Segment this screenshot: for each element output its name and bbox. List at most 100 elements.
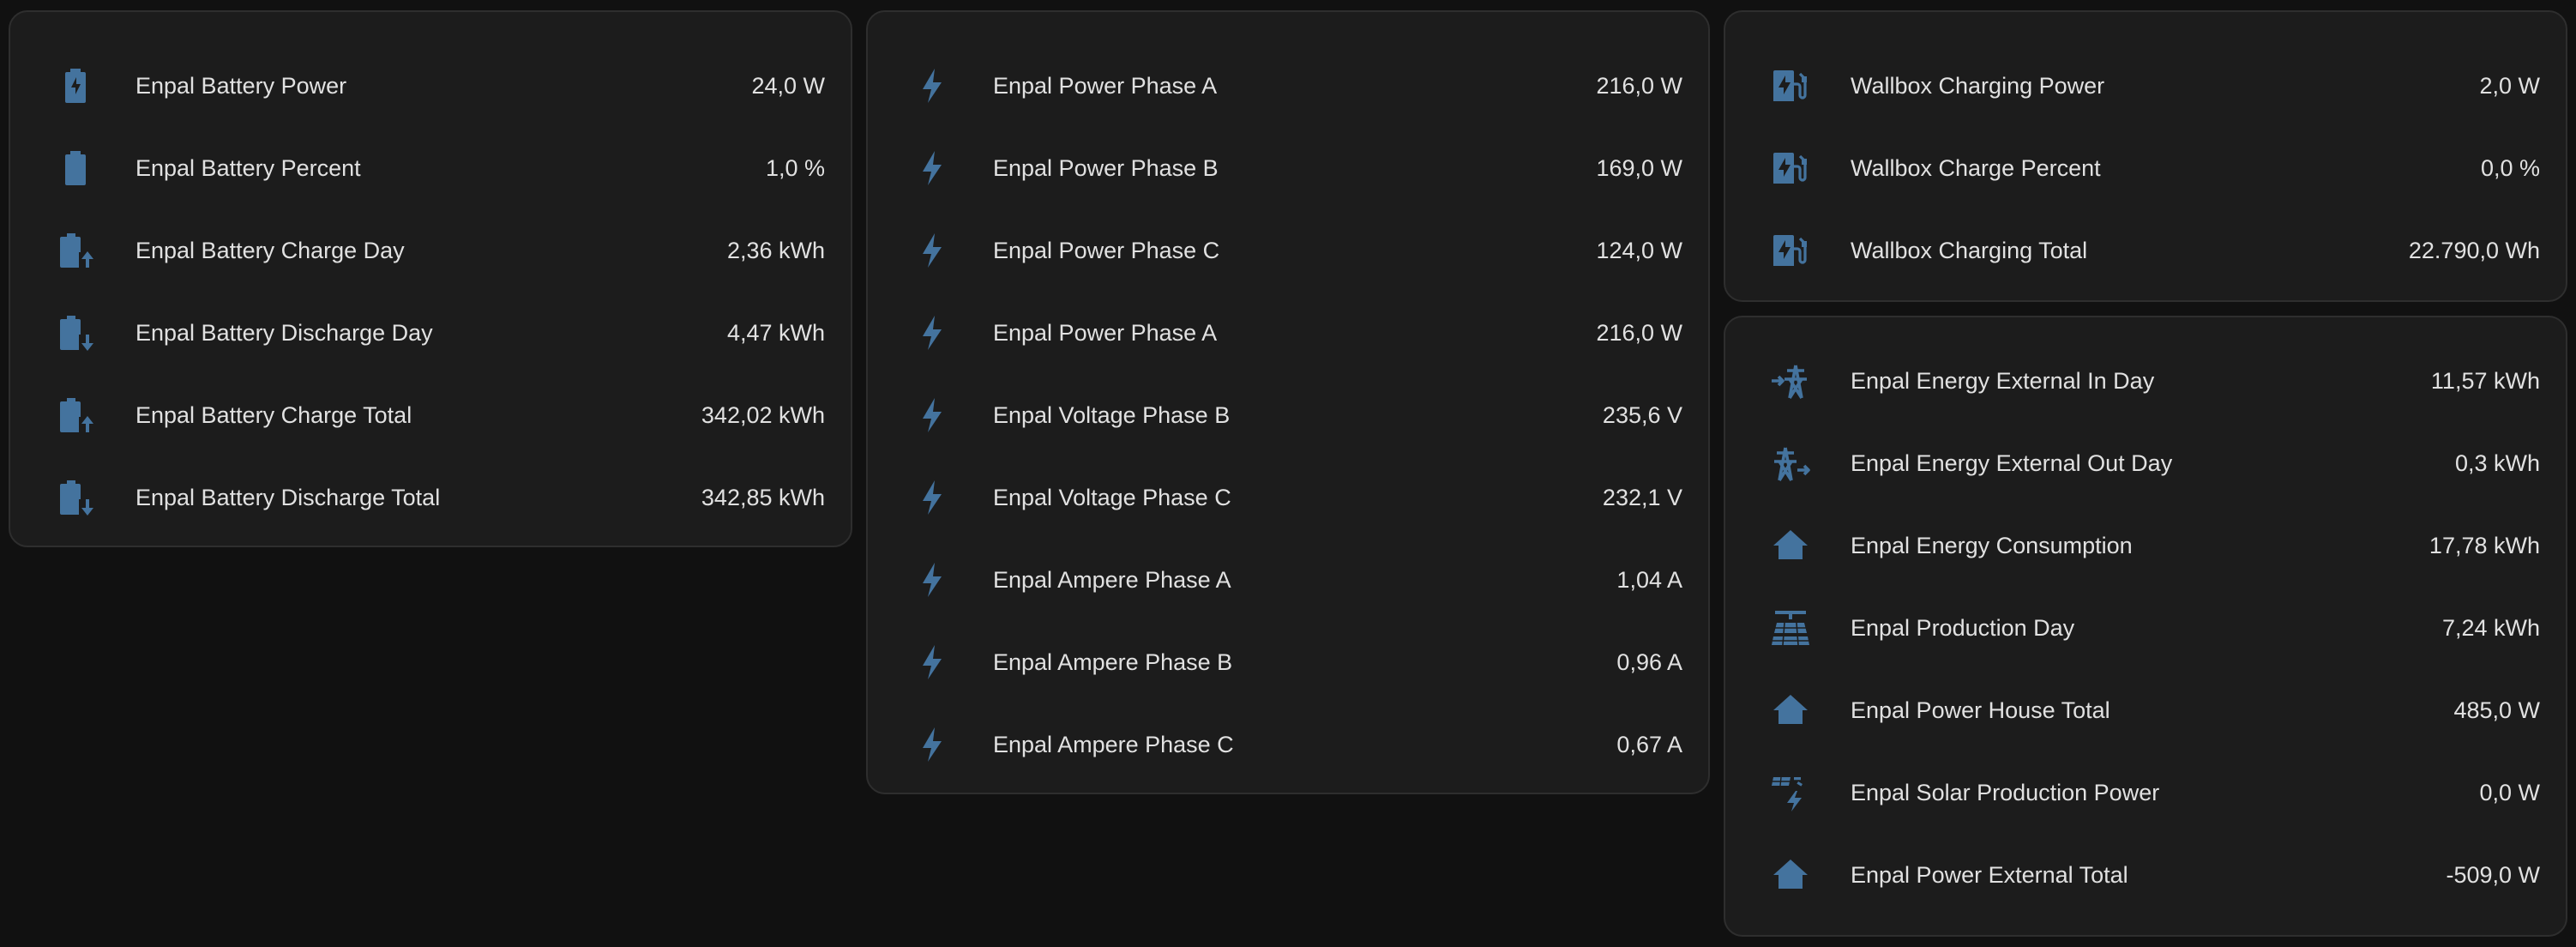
entity-value: 1,04 A — [1616, 567, 1682, 593]
entity-label: Enpal Battery Discharge Day — [135, 320, 433, 346]
entity-row-power-phase-c[interactable]: Enpal Power Phase C 124,0 W — [868, 209, 1708, 292]
entity-value: 22.790,0 Wh — [2408, 238, 2540, 263]
entity-label: Enpal Ampere Phase B — [993, 649, 1233, 675]
flash-icon — [912, 148, 954, 189]
entity-label: Enpal Solar Production Power — [1851, 780, 2160, 805]
entity-value: 0,67 A — [1616, 732, 1682, 757]
entity-value: 0,96 A — [1616, 649, 1682, 675]
entity-label: Enpal Battery Power — [135, 73, 347, 99]
entity-value: 216,0 W — [1596, 73, 1682, 99]
ev-station-icon — [1770, 230, 1811, 271]
entity-value: 17,78 kWh — [2429, 533, 2540, 558]
flash-icon — [912, 395, 954, 436]
entity-row-wallbox-charging-total[interactable]: Wallbox Charging Total 22.790,0 Wh — [1725, 209, 2566, 292]
entity-row-solar-production-power[interactable]: Enpal Solar Production Power 0,0 W — [1725, 751, 2566, 834]
entity-label: Wallbox Charging Total — [1851, 238, 2088, 263]
entity-label: Enpal Power External Total — [1851, 862, 2128, 888]
entity-value: 2,0 W — [2479, 73, 2540, 99]
transmission-tower-import-icon — [1770, 360, 1811, 401]
entity-row-battery-charge-day[interactable]: Enpal Battery Charge Day 2,36 kWh — [10, 209, 851, 292]
entity-row-wallbox-charging-power[interactable]: Wallbox Charging Power 2,0 W — [1725, 45, 2566, 127]
entity-row-energy-external-out-day[interactable]: Enpal Energy External Out Day 0,3 kWh — [1725, 422, 2566, 504]
battery-arrow-up-icon — [55, 230, 96, 271]
battery-arrow-down-icon — [55, 477, 96, 518]
home-lightning-icon — [1770, 690, 1811, 731]
entity-label: Enpal Battery Percent — [135, 155, 361, 181]
entity-value: 11,57 kWh — [2430, 368, 2540, 394]
wallbox-card: Wallbox Charging Power 2,0 W Wallbox Cha… — [1724, 10, 2567, 302]
energy-card: Enpal Energy External In Day 11,57 kWh E… — [1724, 316, 2567, 937]
solar-power-icon — [1770, 772, 1811, 813]
entity-label: Enpal Energy External Out Day — [1851, 450, 2173, 476]
entity-value: 342,85 kWh — [701, 485, 825, 510]
battery-card: Enpal Battery Power 24,0 W Enpal Battery… — [9, 10, 852, 547]
entity-value: 0,3 kWh — [2454, 450, 2540, 476]
flash-icon — [912, 559, 954, 600]
entity-row-voltage-phase-c[interactable]: Enpal Voltage Phase C 232,1 V — [868, 456, 1708, 539]
entity-value: 232,1 V — [1602, 485, 1682, 510]
entity-value: 124,0 W — [1596, 238, 1682, 263]
entity-value: -509,0 W — [2446, 862, 2540, 888]
ev-station-icon — [1770, 65, 1811, 106]
flash-icon — [912, 312, 954, 353]
entity-row-energy-consumption[interactable]: Enpal Energy Consumption 17,78 kWh — [1725, 504, 2566, 587]
entity-value: 1,0 % — [765, 155, 825, 181]
entity-row-battery-discharge-day[interactable]: Enpal Battery Discharge Day 4,47 kWh — [10, 292, 851, 374]
battery-charging-icon — [55, 65, 96, 106]
battery-arrow-down-icon — [55, 312, 96, 353]
entity-row-battery-charge-total[interactable]: Enpal Battery Charge Total 342,02 kWh — [10, 374, 851, 456]
entity-label: Enpal Battery Discharge Total — [135, 485, 441, 510]
entity-value: 342,02 kWh — [701, 402, 825, 428]
entity-value: 2,36 kWh — [726, 238, 825, 263]
transmission-tower-export-icon — [1770, 443, 1811, 484]
entity-row-power-house-total[interactable]: Enpal Power House Total 485,0 W — [1725, 669, 2566, 751]
entity-label: Enpal Battery Charge Total — [135, 402, 412, 428]
entity-value: 0,0 % — [2480, 155, 2540, 181]
entity-label: Enpal Production Day — [1851, 615, 2075, 641]
entity-row-ampere-phase-a[interactable]: Enpal Ampere Phase A 1,04 A — [868, 539, 1708, 621]
battery-arrow-up-icon — [55, 395, 96, 436]
phase-card: Enpal Power Phase A 216,0 W Enpal Power … — [866, 10, 1710, 794]
entity-row-power-phase-b[interactable]: Enpal Power Phase B 169,0 W — [868, 127, 1708, 209]
entity-row-battery-power[interactable]: Enpal Battery Power 24,0 W — [10, 45, 851, 127]
entity-label: Enpal Voltage Phase C — [993, 485, 1231, 510]
flash-icon — [912, 724, 954, 765]
flash-icon — [912, 230, 954, 271]
entity-label: Enpal Power Phase A — [993, 320, 1218, 346]
entity-label: Enpal Power Phase A — [993, 73, 1218, 99]
entity-value: 0,0 W — [2479, 780, 2540, 805]
entity-label: Enpal Power Phase C — [993, 238, 1220, 263]
entity-row-ampere-phase-c[interactable]: Enpal Ampere Phase C 0,67 A — [868, 703, 1708, 786]
entity-value: 485,0 W — [2453, 697, 2540, 723]
battery-icon — [55, 148, 96, 189]
entity-label: Enpal Voltage Phase B — [993, 402, 1231, 428]
entity-label: Enpal Ampere Phase C — [993, 732, 1234, 757]
entity-label: Enpal Ampere Phase A — [993, 567, 1231, 593]
entity-label: Enpal Energy External In Day — [1851, 368, 2155, 394]
entity-label: Wallbox Charge Percent — [1851, 155, 2101, 181]
solar-panel-icon — [1770, 607, 1811, 648]
entity-value: 235,6 V — [1602, 402, 1682, 428]
entity-value: 4,47 kWh — [726, 320, 825, 346]
entity-row-power-phase-a-2[interactable]: Enpal Power Phase A 216,0 W — [868, 292, 1708, 374]
ev-station-icon — [1770, 148, 1811, 189]
flash-icon — [912, 477, 954, 518]
entity-label: Enpal Energy Consumption — [1851, 533, 2133, 558]
entity-value: 169,0 W — [1596, 155, 1682, 181]
entity-row-power-phase-a[interactable]: Enpal Power Phase A 216,0 W — [868, 45, 1708, 127]
entity-value: 7,24 kWh — [2441, 615, 2540, 641]
entity-row-voltage-phase-b[interactable]: Enpal Voltage Phase B 235,6 V — [868, 374, 1708, 456]
entity-row-production-day[interactable]: Enpal Production Day 7,24 kWh — [1725, 587, 2566, 669]
entity-row-energy-external-in-day[interactable]: Enpal Energy External In Day 11,57 kWh — [1725, 340, 2566, 422]
entity-row-wallbox-charge-percent[interactable]: Wallbox Charge Percent 0,0 % — [1725, 127, 2566, 209]
entity-label: Enpal Battery Charge Day — [135, 238, 405, 263]
home-lightning-icon — [1770, 854, 1811, 896]
flash-icon — [912, 65, 954, 106]
entity-row-battery-percent[interactable]: Enpal Battery Percent 1,0 % — [10, 127, 851, 209]
entity-label: Enpal Power House Total — [1851, 697, 2110, 723]
entity-row-power-external-total[interactable]: Enpal Power External Total -509,0 W — [1725, 834, 2566, 916]
flash-icon — [912, 642, 954, 683]
entity-row-battery-discharge-total[interactable]: Enpal Battery Discharge Total 342,85 kWh — [10, 456, 851, 539]
entity-value: 24,0 W — [751, 73, 825, 99]
entity-row-ampere-phase-b[interactable]: Enpal Ampere Phase B 0,96 A — [868, 621, 1708, 703]
